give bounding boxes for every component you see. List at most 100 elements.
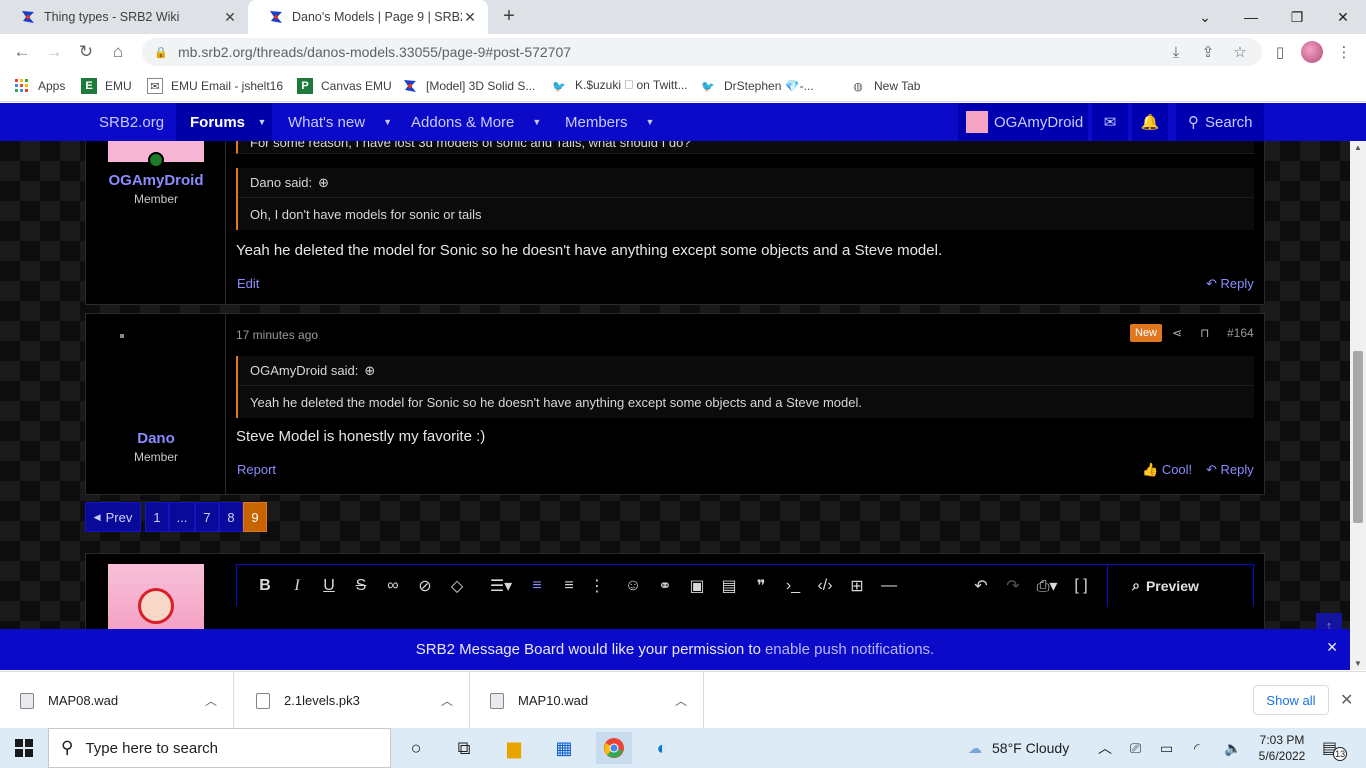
reload-icon[interactable]: ↻ <box>74 40 98 64</box>
bookmark-canvas-emu[interactable]: P Canvas EMU <box>297 76 392 96</box>
meet-now-icon[interactable]: ⎚ <box>1130 728 1141 768</box>
nav-whats-new[interactable]: What's new ▼ <box>288 103 392 141</box>
chevron-up-icon[interactable]: ︿ <box>675 692 687 709</box>
share-icon[interactable]: ⇪ <box>1198 42 1218 62</box>
preview-button[interactable]: ⌕ Preview <box>1107 564 1223 607</box>
arrow-up-circle-icon[interactable]: ⊕ <box>364 363 375 379</box>
redo-icon[interactable]: ↷ <box>997 570 1029 602</box>
report-link[interactable]: Report <box>237 462 276 477</box>
tab-srb2-wiki[interactable]: Thing types - SRB2 Wiki ✕ <box>0 0 248 34</box>
profile-avatar[interactable] <box>1301 41 1323 63</box>
reply-button[interactable]: ↶ Reply <box>1206 276 1254 292</box>
clock[interactable]: 7:03 PM 5/6/2022 <box>1250 728 1314 768</box>
tab-search-icon[interactable]: ⌄ <box>1182 0 1228 34</box>
align-center-icon[interactable]: ≡ <box>553 570 585 602</box>
insert-link-icon[interactable]: ⚭ <box>649 570 681 602</box>
menu-icon[interactable]: ⋮ <box>1334 42 1354 62</box>
show-all-button[interactable]: Show all <box>1253 685 1329 715</box>
nav-addons[interactable]: Addons & More ▼ <box>411 103 541 141</box>
undo-icon[interactable]: ↶ <box>965 570 997 602</box>
code-icon[interactable]: ›_ <box>777 570 809 602</box>
enable-push-link[interactable]: enable push notifications. <box>765 641 934 658</box>
inline-code-icon[interactable]: ‹/› <box>809 570 841 602</box>
windows-start-icon[interactable] <box>6 732 42 764</box>
chevron-down-icon[interactable]: ▼ <box>252 103 272 141</box>
hide-icon[interactable]: ⊘ <box>409 570 441 602</box>
page-link[interactable]: 8 <box>219 502 243 532</box>
page-link[interactable]: 1 <box>145 502 169 532</box>
bookmark-emu[interactable]: E EMU <box>81 76 132 96</box>
forward-icon[interactable]: → <box>42 40 66 64</box>
close-icon[interactable]: ✕ <box>1340 690 1353 710</box>
chevron-up-icon[interactable]: ︿ <box>205 692 217 709</box>
align-left-icon[interactable]: ≡ <box>521 570 553 602</box>
link-icon[interactable]: ∞ <box>377 570 409 602</box>
arrow-up-circle-icon[interactable]: ⊕ <box>318 175 329 191</box>
edit-link[interactable]: Edit <box>237 276 259 291</box>
share-icon[interactable]: ⋖ <box>1172 326 1182 340</box>
chevron-up-icon[interactable]: ︿ <box>441 692 453 709</box>
cortana-icon[interactable]: ○ <box>398 732 434 764</box>
download-item[interactable]: MAP08.wad ︿ <box>0 672 234 729</box>
smiley-icon[interactable]: ☺ <box>617 570 649 602</box>
quote-header[interactable]: OGAmyDroid said: ⊕ <box>238 356 1254 386</box>
chevron-down-icon[interactable]: ▼ <box>383 117 392 127</box>
post-number[interactable]: #164 <box>1227 326 1254 340</box>
page-scrollbar[interactable]: ▲ ▼ <box>1350 141 1366 670</box>
quote-header[interactable]: Dano said: ⊕ <box>238 168 1254 198</box>
download-item[interactable]: MAP10.wad ︿ <box>470 672 704 729</box>
install-icon[interactable]: ⤓ <box>1166 42 1186 62</box>
bookmark-apps[interactable]: Apps <box>14 76 65 96</box>
show-hidden-icons[interactable]: ︿ <box>1098 728 1112 768</box>
chevron-down-icon[interactable]: ▼ <box>532 117 541 127</box>
horizontal-rule-icon[interactable]: — <box>873 570 905 602</box>
minimize-button[interactable]: — <box>1228 0 1274 34</box>
battery-icon[interactable]: ▭ <box>1160 728 1173 768</box>
notification-center[interactable]: ▤ 13 <box>1322 728 1348 768</box>
table-icon[interactable]: ⊞ <box>841 570 873 602</box>
bookmark-star-icon[interactable]: ☆ <box>1230 42 1250 62</box>
bookmark-3d-solid[interactable]: [Model] 3D Solid S... <box>402 76 535 96</box>
chrome-icon[interactable] <box>596 732 632 764</box>
volume-icon[interactable]: 🔈 <box>1224 728 1241 768</box>
file-explorer-icon[interactable]: ▆ <box>496 732 532 764</box>
quote-icon[interactable]: ❞ <box>745 570 777 602</box>
bookmark-ksuzuki[interactable]: 🐦 K.$uzuki 🗆 on Twitt... <box>551 76 687 96</box>
user-menu[interactable]: OGAmyDroid <box>958 103 1088 141</box>
bell-icon[interactable]: 🔔 <box>1132 103 1168 141</box>
tab-danos-models[interactable]: Dano's Models | Page 9 | SRB2 M ✕ <box>248 0 488 34</box>
scroll-down-icon[interactable]: ▼ <box>1354 659 1362 668</box>
scroll-up-icon[interactable]: ▲ <box>1354 143 1362 152</box>
strikethrough-icon[interactable]: S <box>345 570 377 602</box>
bookmark-icon[interactable]: ⊓ <box>1200 326 1209 340</box>
home-icon[interactable]: ⌂ <box>106 40 130 64</box>
close-window-button[interactable]: ✕ <box>1320 0 1366 34</box>
close-icon[interactable]: ✕ <box>1326 639 1338 656</box>
fullscreen-icon[interactable]: [ ] <box>1065 570 1097 602</box>
list-icon[interactable]: ☰▾ <box>481 570 521 602</box>
scroll-top-icon[interactable]: ↑ <box>1316 613 1342 629</box>
eraser-icon[interactable]: ◇ <box>441 570 473 602</box>
cool-reaction-button[interactable]: 👍 Cool! <box>1142 462 1192 478</box>
italic-icon[interactable]: I <box>281 570 313 602</box>
page-current[interactable]: 9 <box>243 502 267 532</box>
new-tab-button[interactable]: + <box>498 6 520 28</box>
side-panel-icon[interactable]: ▯ <box>1270 42 1290 62</box>
search-button[interactable]: ⚲ Search <box>1176 103 1264 141</box>
avatar[interactable] <box>120 334 124 338</box>
nav-srb2-org[interactable]: SRB2.org <box>99 103 164 141</box>
taskbar-search[interactable]: ⚲ Type here to search <box>48 728 391 768</box>
close-tab-icon[interactable]: ✕ <box>462 9 478 26</box>
store-icon[interactable]: ▦ <box>546 732 582 764</box>
drafts-icon[interactable]: ⎙▾ <box>1029 570 1065 602</box>
reply-button[interactable]: ↶ Reply <box>1206 462 1254 478</box>
task-view-icon[interactable]: ⧉ <box>446 732 482 764</box>
back-icon[interactable]: ← <box>10 40 34 64</box>
bookmark-emu-email[interactable]: ✉ EMU Email - jshelt16 <box>147 76 283 96</box>
inbox-icon[interactable]: ✉ <box>1092 103 1128 141</box>
more-options-icon[interactable]: ⋮ <box>585 570 609 602</box>
bookmark-drstephen[interactable]: 🐦 DrStephen 💎-... <box>700 76 814 96</box>
download-item[interactable]: 2.1levels.pk3 ︿ <box>236 672 470 729</box>
prev-page-button[interactable]: ◀ Prev <box>85 502 141 532</box>
image-icon[interactable]: ▣ <box>681 570 713 602</box>
